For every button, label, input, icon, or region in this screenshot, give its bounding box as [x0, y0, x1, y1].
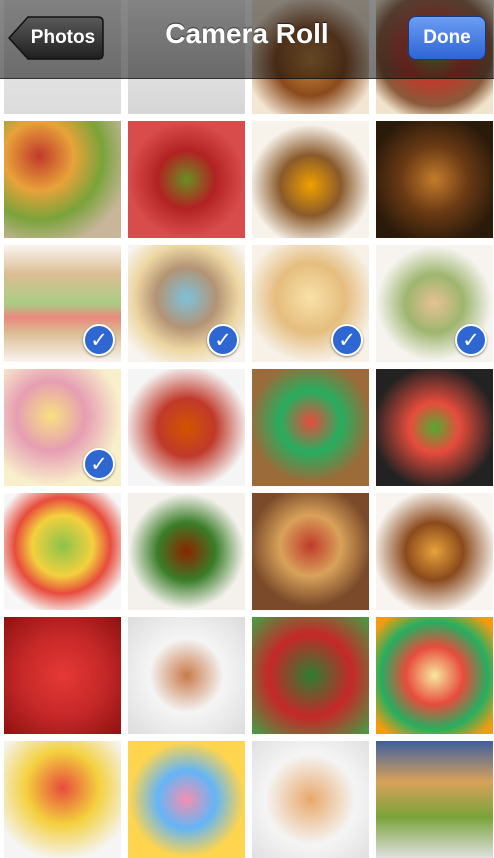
photo-sandwiches[interactable] — [252, 493, 369, 610]
photo-fish-dish[interactable]: ✓ — [376, 245, 493, 362]
photo-vegetable-basket[interactable] — [252, 369, 369, 486]
photo-thumbnail — [252, 617, 369, 734]
photo-buffet-dishes[interactable] — [376, 121, 493, 238]
photo-thumbnail — [128, 369, 245, 486]
photo-sandwich[interactable]: ✓ — [4, 245, 121, 362]
photo-tea-dishes[interactable]: ✓ — [128, 245, 245, 362]
photo-thumbnail — [376, 369, 493, 486]
checkmark-icon: ✓ — [83, 324, 115, 356]
photo-thumbnail — [376, 493, 493, 610]
photo-salad-bowl[interactable] — [376, 369, 493, 486]
photo-fruit-bowl[interactable] — [4, 493, 121, 610]
photo-thumbnail — [4, 121, 121, 238]
photo-food-pyramid[interactable] — [252, 121, 369, 238]
photo-strawberries[interactable] — [4, 617, 121, 734]
photo-thumbnail — [128, 617, 245, 734]
photo-thumbnail — [128, 121, 245, 238]
done-button[interactable]: Done — [408, 16, 486, 60]
photo-thumbnail — [252, 493, 369, 610]
checkmark-icon: ✓ — [331, 324, 363, 356]
photo-burger-fries[interactable] — [376, 493, 493, 610]
checkmark-icon: ✓ — [83, 448, 115, 480]
photo-kebabs[interactable] — [128, 369, 245, 486]
navigation-bar: Photos Camera Roll Done — [0, 0, 494, 79]
photo-thumbnail — [128, 493, 245, 610]
photo-peppers[interactable] — [252, 617, 369, 734]
photo-thumbnail — [252, 369, 369, 486]
photo-thumbnail — [4, 493, 121, 610]
checkmark-icon: ✓ — [455, 324, 487, 356]
photo-fruit-mix[interactable] — [376, 617, 493, 734]
photo-thumbnail — [252, 121, 369, 238]
photo-steak[interactable] — [128, 493, 245, 610]
photo-food-spread[interactable] — [4, 121, 121, 238]
photo-thumbnail — [4, 617, 121, 734]
photo-thumbnail — [376, 617, 493, 734]
checkmark-icon: ✓ — [207, 324, 239, 356]
photo-pancakes[interactable]: ✓ — [252, 245, 369, 362]
photo-vegetable-face[interactable] — [128, 121, 245, 238]
photo-grid: ✓ ✓ ✓ ✓ ✓ — [0, 0, 494, 858]
photo-fruit[interactable]: ✓ — [4, 369, 121, 486]
photo-thumbnail — [376, 121, 493, 238]
photo-plated-dish[interactable] — [128, 617, 245, 734]
